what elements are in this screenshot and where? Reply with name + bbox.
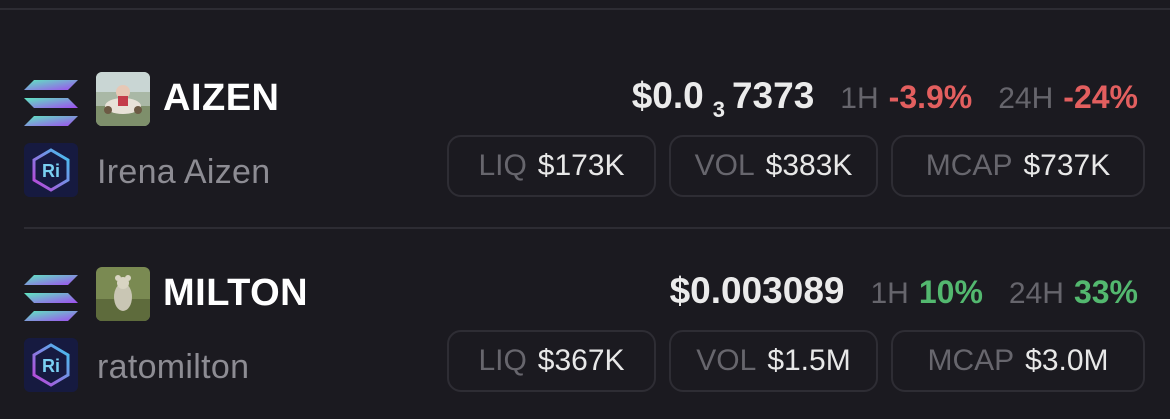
price-suffix: 7373 xyxy=(731,75,815,116)
h1-change: 10% xyxy=(918,274,983,310)
liq-label: LIQ xyxy=(478,149,527,182)
solana-icon xyxy=(24,80,78,126)
top-divider xyxy=(0,0,1170,10)
raydium-icon: Ri xyxy=(24,143,78,197)
liquidity-stat: LIQ $173K xyxy=(447,135,656,197)
h24-change: 33% xyxy=(1073,274,1138,310)
token-price: $0.0 3 7373 xyxy=(631,75,815,122)
token-name: Irena Aizen xyxy=(97,153,271,191)
mcap-label: MCAP xyxy=(925,149,1013,182)
token-stats: LIQ $173K VOL $383K MCAP $737K xyxy=(447,135,1145,197)
token-symbol: AIZEN xyxy=(163,77,280,119)
token-stats: LIQ $367K VOL $1.5M MCAP $3.0M xyxy=(447,330,1145,392)
row-divider xyxy=(24,227,1170,229)
token-thumbnail-aizen xyxy=(96,72,150,126)
mcap-value: $3.0M xyxy=(1025,344,1109,377)
liquidity-stat: LIQ $367K xyxy=(447,330,656,392)
liq-label: LIQ xyxy=(478,344,527,377)
price-line: $0.0 3 7373 1H -3.9% 24H -24% xyxy=(631,75,1138,122)
vol-label: VOL xyxy=(694,149,755,182)
h24-label: 24H xyxy=(998,82,1054,115)
token-symbol: MILTON xyxy=(163,272,309,314)
h1-label: 1H xyxy=(840,82,879,115)
vol-value: $1.5M xyxy=(767,344,851,377)
volume-stat: VOL $1.5M xyxy=(669,330,878,392)
token-row-milton[interactable]: MILTON Ri ratomilton $0.003089 1H 10% 24… xyxy=(0,260,1170,410)
token-row-aizen[interactable]: AIZEN Ri Irena Aizen $0.0 3 7373 1H -3.9% … xyxy=(0,65,1170,215)
h1-label: 1H xyxy=(870,277,909,310)
price-line: $0.003089 1H 10% 24H 33% xyxy=(670,270,1138,312)
svg-text:Ri: Ri xyxy=(42,161,60,181)
liq-value: $367K xyxy=(537,344,625,377)
liq-value: $173K xyxy=(537,149,625,182)
mcap-label: MCAP xyxy=(927,344,1015,377)
vol-label: VOL xyxy=(696,344,757,377)
market-cap-stat: MCAP $737K xyxy=(891,135,1145,197)
token-name: ratomilton xyxy=(97,348,250,386)
market-cap-stat: MCAP $3.0M xyxy=(891,330,1145,392)
vol-value: $383K xyxy=(765,149,853,182)
price-zero-count: 3 xyxy=(712,97,725,122)
svg-text:Ri: Ri xyxy=(42,356,60,376)
volume-stat: VOL $383K xyxy=(669,135,878,197)
mcap-value: $737K xyxy=(1023,149,1111,182)
h1-change: -3.9% xyxy=(888,79,973,115)
token-price: $0.003089 xyxy=(669,270,845,311)
price-prefix: $0.0 xyxy=(631,75,704,116)
h24-label: 24H xyxy=(1008,277,1064,310)
raydium-icon: Ri xyxy=(24,338,78,392)
solana-icon xyxy=(24,275,78,321)
token-thumbnail-milton xyxy=(96,267,150,321)
h24-change: -24% xyxy=(1063,79,1138,115)
